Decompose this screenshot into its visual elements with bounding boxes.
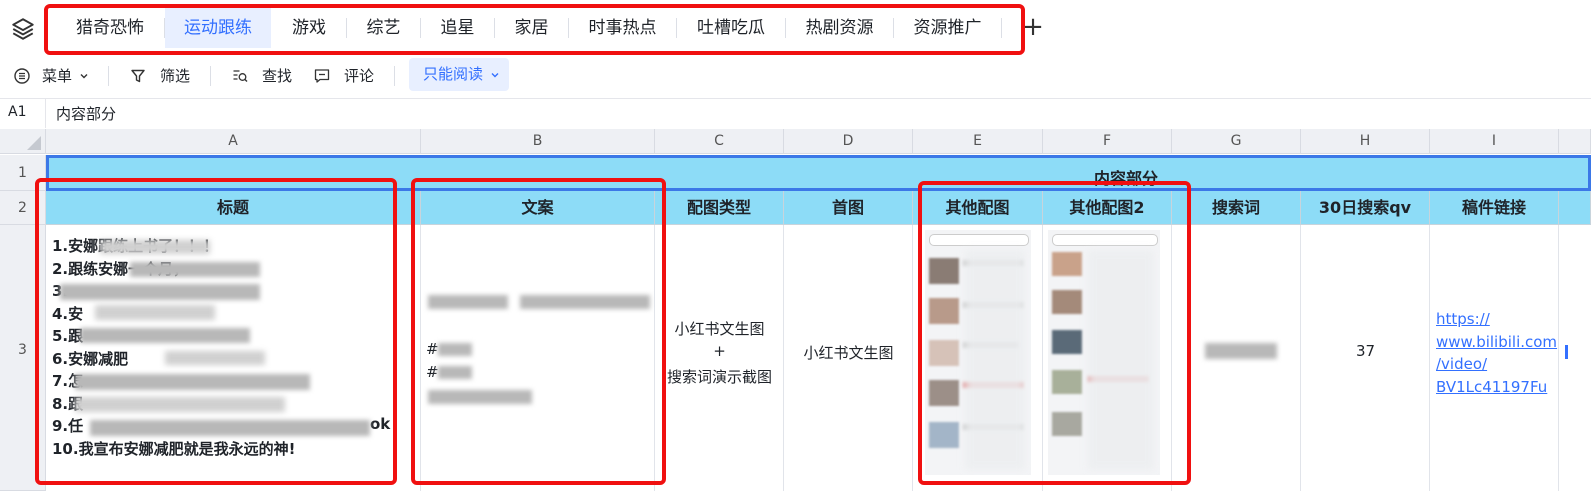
- annotation-box-title: [35, 178, 397, 485]
- annotation-box-tabs: [44, 4, 1025, 55]
- column-header-i[interactable]: I: [1430, 129, 1559, 154]
- link-line[interactable]: www.bilibili.com: [1436, 331, 1557, 354]
- image-type-line1: 小红书文生图: [674, 320, 765, 338]
- formula-bar: [0, 98, 1591, 130]
- image-type-plus: +: [713, 342, 726, 360]
- column-header-g[interactable]: G: [1172, 129, 1301, 154]
- link-line[interactable]: /video/: [1436, 353, 1557, 376]
- filter-icon: [131, 69, 145, 83]
- column-header-next[interactable]: [1559, 129, 1591, 154]
- annotation-box-images: [918, 181, 1191, 485]
- link-line[interactable]: BV1Lc41197Fu: [1436, 376, 1557, 399]
- annotation-box-copy: [411, 178, 666, 485]
- filter-button[interactable]: 筛选: [130, 61, 194, 91]
- layers-icon[interactable]: [10, 16, 36, 42]
- select-all-corner[interactable]: [0, 129, 46, 154]
- header-cell-first-image[interactable]: 首图: [784, 191, 913, 225]
- formula-value[interactable]: 内容部分: [56, 103, 116, 124]
- filter-label: 筛选: [160, 67, 191, 85]
- column-header-b[interactable]: B: [421, 129, 655, 154]
- menu-button[interactable]: 菜单: [14, 61, 94, 91]
- column-header-c[interactable]: C: [655, 129, 784, 154]
- header-cell-search-term[interactable]: 搜索词: [1172, 191, 1301, 225]
- chevron-down-icon: [80, 74, 88, 79]
- column-header-h[interactable]: H: [1301, 129, 1430, 154]
- manuscript-link[interactable]: https:// www.bilibili.com /video/ BV1Lc4…: [1436, 308, 1557, 398]
- column-header-e[interactable]: E: [913, 129, 1043, 154]
- column-header-f[interactable]: F: [1043, 129, 1172, 154]
- header-cell-image-type[interactable]: 配图类型: [655, 191, 784, 225]
- toolbar-divider: [394, 66, 395, 86]
- find-icon: [233, 70, 248, 82]
- overflow-link-fragment: [1565, 345, 1568, 359]
- formula-divider: [45, 98, 46, 128]
- readonly-mode-button[interactable]: 只能阅读: [409, 58, 509, 91]
- comment-label: 评论: [344, 67, 375, 85]
- comment-button[interactable]: 评论: [314, 61, 378, 91]
- find-button[interactable]: 查找: [232, 61, 296, 91]
- menu-label: 菜单: [42, 67, 73, 85]
- column-header-a[interactable]: A: [46, 129, 421, 154]
- header-cell-search-qv[interactable]: 30日搜索qv: [1301, 191, 1430, 225]
- toolbar-divider: [108, 66, 109, 86]
- column-header-d[interactable]: D: [784, 129, 913, 154]
- chevron-down-icon: [491, 73, 499, 78]
- first-image-type: 小红书文生图: [803, 344, 894, 362]
- corner-triangle-icon: [27, 136, 41, 150]
- readonly-label: 只能阅读: [423, 65, 484, 83]
- find-label: 查找: [262, 67, 293, 85]
- header-cell-link[interactable]: 稿件链接: [1430, 191, 1559, 225]
- image-type-line2: 搜索词演示截图: [666, 368, 772, 386]
- redaction: [1205, 343, 1277, 359]
- comment-icon: [314, 69, 330, 83]
- header-cell-next[interactable]: [1559, 191, 1591, 225]
- search-qv-value: 37: [1355, 342, 1376, 360]
- link-line[interactable]: https://: [1436, 308, 1557, 331]
- cell-reference[interactable]: A1: [8, 104, 26, 120]
- toolbar-divider: [210, 66, 211, 86]
- menu-icon: [14, 68, 30, 84]
